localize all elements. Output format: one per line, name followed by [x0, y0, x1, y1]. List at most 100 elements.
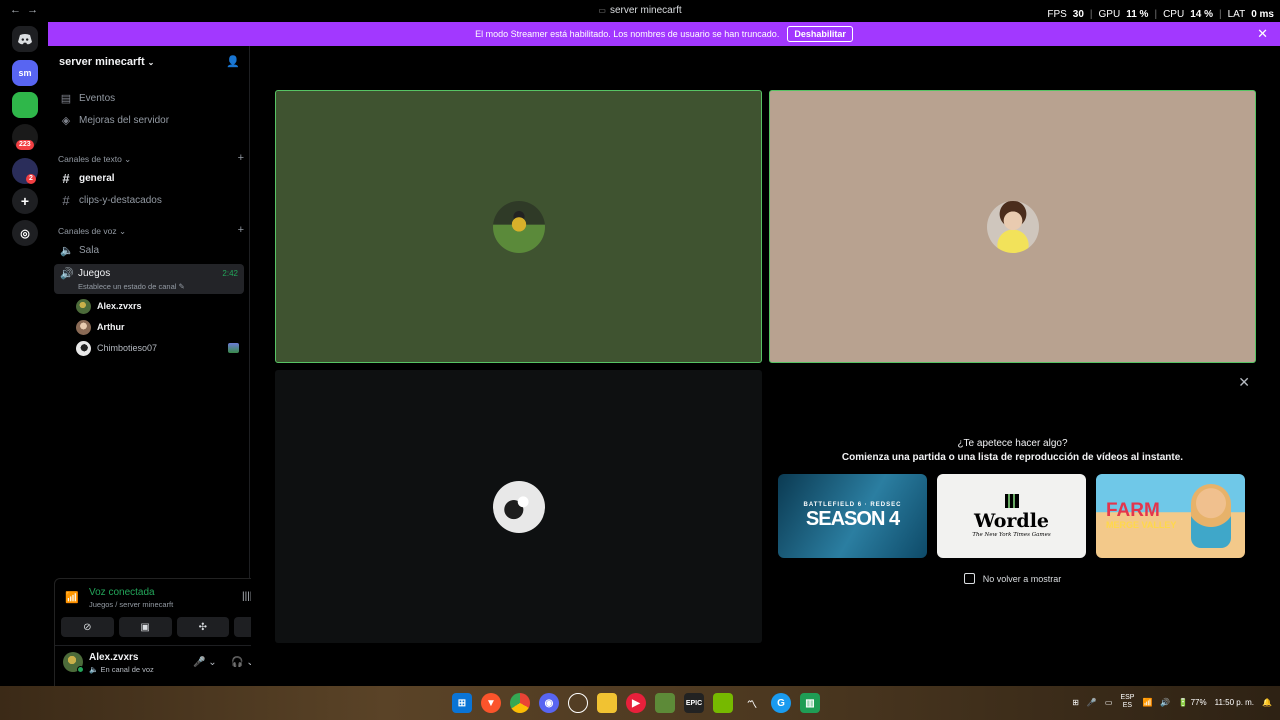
steam-icon[interactable]: [568, 693, 588, 713]
green-server-icon[interactable]: [12, 92, 38, 118]
avatar: [986, 200, 1039, 253]
tray-overflow-icon[interactable]: ⊞: [1072, 698, 1079, 707]
hash-icon: #: [62, 192, 70, 208]
server-sm-icon[interactable]: sm: [12, 60, 38, 86]
voice-user-name: Chimbotieso07: [97, 343, 158, 353]
server-rail: sm 223 2 + ◎: [0, 22, 48, 686]
screen-share-button[interactable]: ▣: [118, 617, 172, 637]
activity-card-battlefield[interactable]: BATTLEFIELD 6 · REDSEC SEASON 4: [778, 474, 927, 558]
cpu-value: 14 %: [1190, 9, 1213, 20]
character-illustration: [1191, 484, 1231, 548]
performance-overlay: FPS 30 | GPU 11 % | CPU 14 % | LAT 0 ms: [1047, 9, 1274, 20]
add-channel-icon[interactable]: +: [238, 224, 244, 237]
card-title: SEASON 4: [805, 507, 900, 530]
voice-channels-category[interactable]: Canales de voz ⌄ +: [58, 224, 244, 237]
screen-share-icon: ▣: [140, 621, 150, 633]
add-channel-icon[interactable]: +: [238, 152, 244, 165]
nvidia-icon[interactable]: [713, 693, 733, 713]
activities-button[interactable]: ✣: [176, 617, 230, 637]
card-subtitle: The New York Times Games: [972, 532, 1051, 538]
sidebar-item-label: Mejoras del servidor: [79, 114, 170, 126]
voice-status[interactable]: Voz conectada: [89, 587, 155, 598]
activity-icon: [228, 343, 239, 353]
sidebar-item-eventos[interactable]: ▤ Eventos: [54, 88, 244, 108]
voice-user-alex[interactable]: Alex.zvxrs: [76, 297, 142, 315]
voice-user-arthur[interactable]: Arthur: [76, 318, 125, 336]
close-icon[interactable]: ✕: [1238, 374, 1250, 391]
folder-icon[interactable]: [597, 693, 617, 713]
plus-icon[interactable]: +: [12, 188, 38, 214]
activity-card-wordle[interactable]: Wordle The New York Times Games: [937, 474, 1086, 558]
checkbox[interactable]: [963, 573, 975, 584]
gpu-value: 11 %: [1126, 9, 1149, 20]
boost-icon: ◈: [61, 114, 71, 127]
channel-label: clips-y-destacados: [79, 194, 162, 206]
channel-label: general: [79, 172, 115, 184]
camera-off-button[interactable]: ⊘: [61, 617, 114, 637]
avatar: [76, 340, 91, 356]
notification-bell-icon[interactable]: 🔔: [1262, 698, 1272, 707]
card-title: FARM: [1106, 500, 1160, 521]
chevron-down-icon: ⌄: [147, 58, 155, 67]
clock[interactable]: 11:50 p. m.: [1215, 698, 1254, 707]
volume-icon[interactable]: 🔊: [1160, 698, 1170, 707]
calendar-icon: ▤: [60, 92, 72, 105]
system-tray: ⊞ 🎤 ▭ ESP ES 📶 🔊 🔋 77% 11:50 p. m. 🔔: [1072, 694, 1272, 710]
brave-browser-icon[interactable]: ▼: [481, 693, 501, 713]
channel-label: Sala: [79, 244, 100, 256]
invite-people-icon[interactable]: 👤: [226, 55, 240, 68]
microphone-icon[interactable]: 🎤: [1087, 698, 1097, 707]
compass-icon[interactable]: ◎: [12, 220, 38, 246]
user-name[interactable]: Alex.zvxrs: [89, 652, 138, 663]
discord-icon[interactable]: ◉: [539, 693, 559, 713]
text-channels-category[interactable]: Canales de texto ⌄ +: [58, 152, 244, 165]
sidebar-item-label: Eventos: [79, 92, 116, 104]
windows-start-icon[interactable]: ⊞: [452, 693, 472, 713]
voice-user-chimbotieso[interactable]: Chimbotieso07: [76, 339, 157, 357]
speaker-icon: 🔊: [60, 268, 74, 280]
category-label: Canales de texto: [58, 154, 122, 164]
cpu-label: CPU: [1163, 9, 1185, 20]
microphone-icon[interactable]: 🎤 ⌄: [193, 657, 217, 668]
sidebar-item-mejoras[interactable]: ◈ Mejoras del servidor: [54, 110, 244, 130]
discord-home-icon[interactable]: [12, 26, 38, 52]
close-icon[interactable]: ✕: [1257, 26, 1268, 42]
activity-card-farm-merge-valley[interactable]: FARM MERGE VALLEY: [1096, 474, 1245, 558]
lat-value: 0 ms: [1251, 9, 1274, 20]
banner-text: El modo Streamer está habilitado. Los no…: [475, 29, 780, 39]
voice-user-name: Alex.zvxrs: [97, 301, 142, 311]
participant-tile-chimbotieso[interactable]: [275, 370, 762, 643]
spreadsheet-icon[interactable]: ▥: [800, 693, 820, 713]
user-status: 🔈 En canal de voz: [89, 665, 154, 674]
channel-status[interactable]: Establece un estado de canal ✎: [78, 282, 185, 291]
chrome-icon[interactable]: [510, 693, 530, 713]
participant-tile-alex[interactable]: [275, 90, 762, 363]
card-subtitle: MERGE VALLEY: [1106, 520, 1177, 530]
battery-icon[interactable]: 🔋 77%: [1178, 698, 1206, 707]
translate-icon[interactable]: G: [771, 693, 791, 713]
display-icon[interactable]: ▭: [1105, 698, 1113, 707]
unread-badge: 223: [16, 140, 34, 150]
participant-tile-arthur[interactable]: [769, 90, 1256, 363]
voice-channel-juegos[interactable]: 🔊 Juegos 2:42 Establece un estado de can…: [54, 264, 244, 294]
voice-channel-sala[interactable]: 🔈 Sala: [54, 240, 244, 260]
wifi-icon[interactable]: 📶: [1142, 698, 1152, 707]
activity-suggestion-panel: ✕ ¿Te apetece hacer algo? Comienza una p…: [769, 370, 1256, 643]
minecraft-icon[interactable]: [655, 693, 675, 713]
dont-show-again[interactable]: No volver a mostrar: [769, 573, 1256, 584]
disable-streamer-button[interactable]: Deshabilitar: [787, 26, 853, 42]
server-icon[interactable]: 223: [12, 124, 38, 150]
speaker-icon: 🔈: [60, 244, 74, 257]
channel-clips-y-destacados[interactable]: # clips-y-destacados: [54, 190, 244, 210]
graph-app-icon[interactable]: 〽: [742, 693, 762, 713]
server-header[interactable]: server minecarft ⌄ 👤: [48, 46, 250, 78]
epic-games-icon[interactable]: EPIC: [684, 693, 704, 713]
language-indicator[interactable]: ESP ES: [1120, 694, 1134, 710]
channel-general[interactable]: # general: [54, 168, 244, 188]
youtube-music-icon[interactable]: ▶: [626, 693, 646, 713]
avatar: [492, 480, 545, 533]
server-icon[interactable]: 2: [12, 158, 38, 184]
category-label: Canales de voz: [58, 226, 117, 236]
fps-label: FPS: [1047, 9, 1067, 20]
title-bar: ← → ▭ server minecarft FPS 30 | GPU 11 % | …: [0, 0, 1280, 22]
